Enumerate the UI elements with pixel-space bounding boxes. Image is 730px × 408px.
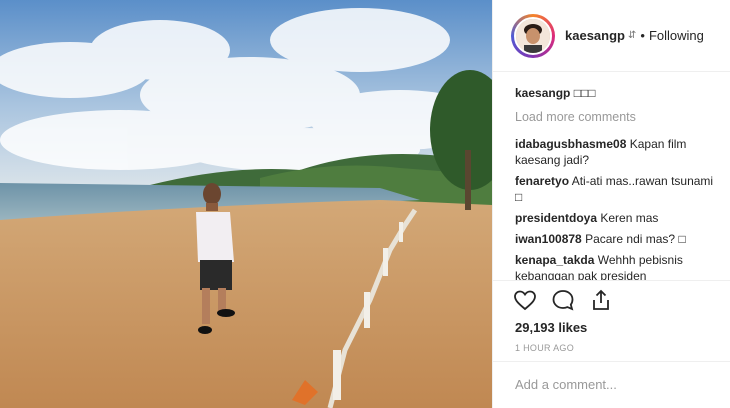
- comment-username[interactable]: idabagusbhasme08: [515, 137, 626, 151]
- comment-item: kenapa_takda Wehhh pebisnis kebanggan pa…: [515, 252, 722, 280]
- comment-text: Pacare ndi mas? □: [585, 232, 686, 246]
- caption-text: □□□: [573, 86, 596, 100]
- post-timestamp: 1 HOUR AGO: [515, 343, 575, 353]
- divider: [493, 280, 730, 281]
- comment-username[interactable]: kenapa_takda: [515, 253, 594, 267]
- divider: [493, 361, 730, 362]
- separator-dot: •: [640, 28, 645, 43]
- post-header: kaesangp ⇵ • Following: [493, 0, 730, 72]
- avatar[interactable]: [514, 16, 552, 55]
- comment-username[interactable]: fenaretyo: [515, 174, 569, 188]
- comments-list[interactable]: kaesangp □□□ Load more comments idabagus…: [515, 82, 722, 280]
- post-photo[interactable]: [0, 0, 492, 408]
- comment-username[interactable]: presidentdoya: [515, 211, 597, 225]
- comment-item: fenaretyo Ati-ati mas..rawan tsunami □: [515, 173, 722, 205]
- heart-icon[interactable]: [513, 288, 537, 312]
- comment-item: idabagusbhasme08 Kapan film kaesang jadi…: [515, 136, 722, 168]
- following-button[interactable]: Following: [649, 28, 704, 43]
- verified-badge-icon: ⇵: [627, 30, 637, 41]
- avatar-story-ring[interactable]: [511, 13, 555, 58]
- share-icon[interactable]: [589, 288, 613, 312]
- comment-item: iwan100878 Pacare ndi mas? □: [515, 231, 722, 247]
- caption-username[interactable]: kaesangp: [515, 86, 570, 100]
- comment-item: presidentdoya Keren mas: [515, 210, 722, 226]
- load-more-comments-button[interactable]: Load more comments: [515, 109, 722, 125]
- like-count[interactable]: 29,193 likes: [515, 320, 587, 335]
- beach-photo-image: [0, 0, 492, 408]
- comment-text: Keren mas: [600, 211, 659, 225]
- comment-bubble-icon[interactable]: [551, 288, 575, 312]
- post-side-panel: kaesangp ⇵ • Following kaesangp □□□ Load…: [492, 0, 730, 408]
- caption: kaesangp □□□: [515, 85, 722, 101]
- avatar-image: [516, 18, 550, 53]
- header-username[interactable]: kaesangp: [565, 28, 625, 43]
- add-comment-input[interactable]: [515, 377, 715, 392]
- action-bar: [513, 288, 613, 312]
- comment-username[interactable]: iwan100878: [515, 232, 582, 246]
